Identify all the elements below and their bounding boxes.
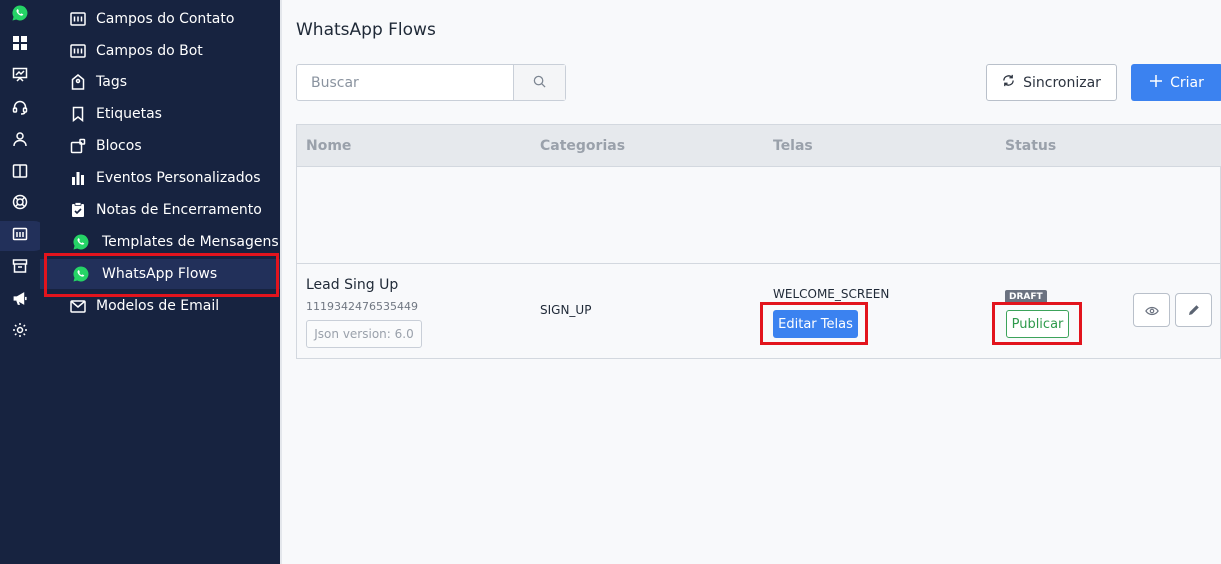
refresh-icon bbox=[1002, 74, 1015, 91]
blocks-icon bbox=[69, 137, 87, 155]
user-icon[interactable] bbox=[8, 127, 32, 151]
eye-icon bbox=[1144, 301, 1159, 320]
search-box bbox=[296, 64, 566, 101]
status-badge: DRAFT bbox=[1005, 290, 1047, 304]
submenu-item-eventos[interactable]: Eventos Personalizados bbox=[40, 163, 280, 193]
bookmark-icon bbox=[69, 105, 87, 123]
flows-table: Nome Categorias Telas Status Lead Sing U… bbox=[296, 124, 1221, 359]
submenu-item-label: Blocos bbox=[96, 138, 142, 154]
create-button[interactable]: Criar bbox=[1131, 64, 1221, 101]
flow-id: 1119342476535449 bbox=[306, 300, 418, 313]
submenu-item-campos-contato[interactable]: Campos do Contato bbox=[40, 4, 280, 34]
sync-button[interactable]: Sincronizar bbox=[986, 64, 1117, 101]
column-header-telas[interactable]: Telas bbox=[773, 138, 813, 154]
pencil-icon bbox=[1188, 301, 1200, 320]
edit-button[interactable] bbox=[1175, 293, 1212, 327]
column-header-nome[interactable]: Nome bbox=[306, 138, 351, 154]
headset-icon[interactable] bbox=[8, 95, 32, 119]
megaphone-icon[interactable] bbox=[8, 286, 32, 310]
submenu-item-label: Tags bbox=[96, 74, 127, 90]
submenu-item-label: Templates de Mensagens bbox=[102, 234, 279, 250]
whatsapp-icon bbox=[72, 233, 90, 251]
publish-button[interactable]: Publicar bbox=[1006, 310, 1069, 338]
list-panel-icon bbox=[69, 42, 87, 60]
json-version-badge: Json version: 6.0 bbox=[306, 320, 422, 348]
submenu-item-whatsapp-flows[interactable]: WhatsApp Flows bbox=[40, 259, 280, 289]
submenu-item-tags[interactable]: Tags bbox=[40, 67, 280, 97]
icon-rail bbox=[0, 0, 48, 564]
flow-name: Lead Sing Up bbox=[306, 277, 399, 293]
edit-screens-button[interactable]: Editar Telas bbox=[773, 310, 858, 338]
submenu-item-templates[interactable]: Templates de Mensagens bbox=[40, 227, 280, 257]
submenu-item-label: Modelos de Email bbox=[96, 298, 220, 314]
submenu-item-label: WhatsApp Flows bbox=[102, 266, 218, 282]
search-icon bbox=[533, 73, 546, 92]
whatsapp-icon[interactable] bbox=[8, 1, 32, 25]
column-header-categorias[interactable]: Categorias bbox=[540, 138, 625, 154]
archive-icon[interactable] bbox=[8, 254, 32, 278]
search-input[interactable] bbox=[297, 65, 513, 100]
submenu-item-etiquetas[interactable]: Etiquetas bbox=[40, 99, 280, 129]
submenu-item-label: Etiquetas bbox=[96, 106, 162, 122]
submenu-item-notas[interactable]: Notas de Encerramento bbox=[40, 195, 280, 225]
book-icon[interactable] bbox=[8, 159, 32, 183]
table-header: Nome Categorias Telas Status bbox=[297, 125, 1221, 167]
lifebuoy-icon[interactable] bbox=[8, 190, 32, 214]
submenu-item-campos-bot[interactable]: Campos do Bot bbox=[40, 36, 280, 66]
settings-submenu: Campos do Contato Campos do Bot Tags Eti… bbox=[40, 0, 280, 564]
submenu-item-label: Campos do Bot bbox=[96, 43, 203, 59]
row-divider bbox=[297, 263, 1221, 264]
column-header-status[interactable]: Status bbox=[1005, 138, 1056, 154]
plus-icon bbox=[1150, 74, 1163, 91]
dashboard-icon[interactable] bbox=[8, 31, 32, 55]
list-panel-icon bbox=[69, 10, 87, 28]
submenu-item-label: Notas de Encerramento bbox=[96, 202, 262, 218]
mail-icon bbox=[69, 297, 87, 315]
search-button[interactable] bbox=[513, 65, 565, 100]
screen-name: WELCOME_SCREEN bbox=[773, 287, 890, 301]
tag-icon bbox=[69, 73, 87, 91]
gear-icon[interactable] bbox=[8, 318, 32, 342]
sync-label: Sincronizar bbox=[1023, 74, 1101, 91]
submenu-item-blocos[interactable]: Blocos bbox=[40, 131, 280, 161]
submenu-item-modelos-email[interactable]: Modelos de Email bbox=[40, 291, 280, 321]
main-content: WhatsApp Flows Sincronizar Criar Nome Ca… bbox=[282, 0, 1221, 564]
submenu-item-label: Eventos Personalizados bbox=[96, 170, 261, 186]
whatsapp-icon bbox=[72, 265, 90, 283]
bar-chart-icon bbox=[69, 169, 87, 187]
presentation-icon[interactable] bbox=[8, 63, 32, 87]
create-label: Criar bbox=[1170, 74, 1204, 91]
page-title: WhatsApp Flows bbox=[296, 20, 436, 40]
clipboard-check-icon bbox=[69, 201, 87, 219]
view-button[interactable] bbox=[1133, 293, 1170, 327]
chart-panel-icon[interactable] bbox=[8, 222, 32, 246]
submenu-item-label: Campos do Contato bbox=[96, 11, 235, 27]
flow-category: SIGN_UP bbox=[540, 303, 592, 317]
